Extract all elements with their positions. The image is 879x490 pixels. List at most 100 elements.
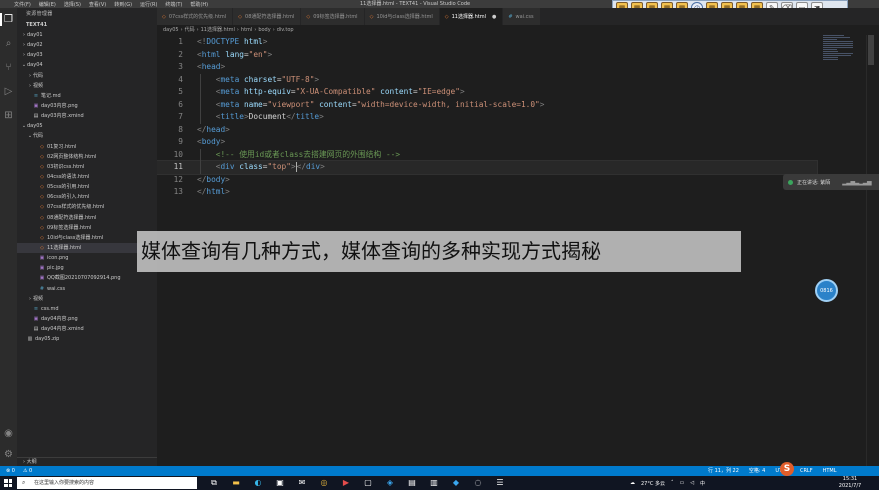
- menu-item[interactable]: 运行(R): [140, 1, 157, 8]
- code-line[interactable]: 13 </html>: [157, 186, 817, 199]
- file-item[interactable]: ▣ QQ截图20210707092914.png: [17, 273, 157, 283]
- account-icon[interactable]: ◉: [3, 428, 14, 439]
- file-item[interactable]: ◇ 03初识css.html: [17, 162, 157, 172]
- edge-icon[interactable]: ◐: [251, 477, 265, 489]
- code-line[interactable]: 9 <body>: [157, 136, 817, 149]
- menu-item[interactable]: 选择(S): [64, 1, 81, 8]
- menu-item[interactable]: 转到(G): [114, 1, 132, 8]
- file-item[interactable]: ▥ day05.zip: [17, 334, 157, 344]
- editor-scrollbar[interactable]: [866, 35, 874, 466]
- code-line[interactable]: 12 </body>: [157, 174, 817, 187]
- file-item[interactable]: ▣ pic.jpg: [17, 263, 157, 273]
- app-icon[interactable]: ☰: [493, 477, 507, 489]
- folder-item[interactable]: › 代码: [17, 71, 157, 81]
- editor-tab[interactable]: # wai.css: [503, 8, 541, 25]
- code-line[interactable]: 5 <meta http-equiv="X-UA-Compatible" con…: [157, 86, 817, 99]
- code-line[interactable]: 3 <head>: [157, 61, 817, 74]
- chevron-up-icon[interactable]: ˄: [671, 480, 674, 486]
- file-item[interactable]: ▤ day03内容.xmind: [17, 111, 157, 121]
- breadcrumb-item[interactable]: 11选择器.html: [201, 27, 235, 33]
- file-item[interactable]: # wai.css: [17, 284, 157, 294]
- status-item[interactable]: 空格: 4: [749, 466, 765, 476]
- status-item[interactable]: HTML: [823, 466, 837, 476]
- code-line[interactable]: 4 <meta charset="UTF-8">: [157, 74, 817, 87]
- weather-text[interactable]: 27°C 多云: [641, 480, 665, 487]
- file-item[interactable]: ◇ 02网页整体结构.html: [17, 152, 157, 162]
- scrollbar-thumb[interactable]: [868, 35, 874, 65]
- app-icon[interactable]: ◌: [471, 477, 485, 489]
- run-debug-icon[interactable]: ▷: [3, 86, 14, 97]
- file-item[interactable]: ◇ 08通配符选择器.html: [17, 213, 157, 223]
- ime-icon[interactable]: 中: [700, 480, 705, 487]
- vscode-icon[interactable]: ◈: [383, 477, 397, 489]
- problems-indicator[interactable]: ⊗ 0: [6, 466, 15, 476]
- code-line[interactable]: 2 <html lang="en">: [157, 49, 817, 62]
- image-icon[interactable]: ▤: [405, 477, 419, 489]
- search-icon[interactable]: ⌕: [3, 38, 14, 49]
- floating-bubble[interactable]: 0816: [815, 279, 838, 302]
- file-item[interactable]: ◇ 01复习.html: [17, 142, 157, 152]
- menu-item[interactable]: 编辑(E): [39, 1, 56, 8]
- menu-item[interactable]: 查看(V): [89, 1, 106, 8]
- code-line[interactable]: 11 <div class="top"></div>: [157, 160, 818, 175]
- editor-tab[interactable]: ◇ 09标签选择器.html: [301, 8, 365, 25]
- file-item[interactable]: ◇ 05css的引用.html: [17, 182, 157, 192]
- folder-item[interactable]: › 视频: [17, 294, 157, 304]
- file-item[interactable]: ◇ 10id与class选择器.html: [17, 233, 157, 243]
- folder-item[interactable]: › day03: [17, 50, 157, 60]
- clock[interactable]: 15:31 2021/7/7: [830, 476, 870, 490]
- store-icon[interactable]: ▣: [273, 477, 287, 489]
- problems-indicator[interactable]: ⚠ 0: [23, 466, 32, 476]
- breadcrumb-item[interactable]: body: [258, 27, 270, 33]
- breadcrumb-item[interactable]: div.top: [277, 27, 294, 33]
- file-item[interactable]: ≡ css.md: [17, 304, 157, 314]
- outline-section[interactable]: › 大纲: [17, 457, 157, 466]
- code-line[interactable]: 10 <!-- 使用id或者class去搭建网页的外围结构 -->: [157, 149, 817, 162]
- app-icon[interactable]: ▢: [361, 477, 375, 489]
- breadcrumb-item[interactable]: 代码: [185, 27, 195, 33]
- folder-item[interactable]: › day02: [17, 40, 157, 50]
- windows-start-icon[interactable]: [4, 479, 12, 487]
- code-line[interactable]: 1 <!DOCTYPE html>: [157, 36, 817, 49]
- folder-item[interactable]: ⌄ day05: [17, 121, 157, 131]
- code-line[interactable]: 8 </head>: [157, 124, 817, 137]
- taskbar-search[interactable]: ⌕ 在这里输入你要搜索的内容: [17, 477, 197, 489]
- chrome-icon[interactable]: ◎: [317, 477, 331, 489]
- status-item[interactable]: CRLF: [800, 466, 813, 476]
- menu-item[interactable]: 帮助(H): [190, 1, 208, 8]
- task-view-icon[interactable]: ⧉: [207, 477, 221, 489]
- code-line[interactable]: 7 <title>Document</title>: [157, 111, 817, 124]
- editor-tab[interactable]: ◇ 08通配符选择器.html: [233, 8, 302, 25]
- editor-tab[interactable]: ◇ 07css样式的优先级.html: [157, 8, 234, 25]
- file-item[interactable]: ▣ icon.png: [17, 253, 157, 263]
- code-line[interactable]: 6 <meta name="viewport" content="width=d…: [157, 99, 817, 112]
- extensions-icon[interactable]: ⊞: [3, 110, 14, 121]
- file-item[interactable]: ◇ 04css的语法.html: [17, 172, 157, 182]
- menu-item[interactable]: 文件(F): [14, 1, 31, 8]
- folder-item[interactable]: › day01: [17, 30, 157, 40]
- close-icon[interactable]: ●: [492, 14, 496, 20]
- file-item[interactable]: ◇ 09标签选择器.html: [17, 223, 157, 233]
- app-icon[interactable]: ▥: [427, 477, 441, 489]
- file-explorer-icon[interactable]: ▬: [229, 477, 243, 489]
- breadcrumb-item[interactable]: html: [241, 27, 252, 33]
- folder-item[interactable]: ⌄ day04: [17, 60, 157, 70]
- ime-icon[interactable]: S: [780, 462, 794, 476]
- network-icon[interactable]: ▭: [679, 480, 684, 486]
- volume-icon[interactable]: ◁: [690, 480, 694, 486]
- file-item[interactable]: ◇ 07css样式的优先级.html: [17, 202, 157, 212]
- folder-item[interactable]: › 视频: [17, 81, 157, 91]
- workspace-root[interactable]: TEXT41: [17, 20, 157, 30]
- settings-gear-icon[interactable]: ⚙: [3, 449, 14, 460]
- breadcrumb-item[interactable]: day05: [163, 27, 179, 33]
- file-item[interactable]: ▣ day04内容.png: [17, 314, 157, 324]
- file-item[interactable]: ▤ day04内容.xmind: [17, 324, 157, 334]
- mail-icon[interactable]: ✉: [295, 477, 309, 489]
- menu-item[interactable]: 终端(T): [165, 1, 182, 8]
- explorer-icon[interactable]: ❐: [0, 13, 14, 26]
- status-item[interactable]: 行 11，列 22: [708, 466, 739, 476]
- minimap[interactable]: [823, 35, 866, 61]
- editor-tab[interactable]: ◇ 11选择器.html ●: [439, 8, 504, 25]
- media-icon[interactable]: ▶: [339, 477, 353, 489]
- file-item[interactable]: ≡ 笔记.md: [17, 91, 157, 101]
